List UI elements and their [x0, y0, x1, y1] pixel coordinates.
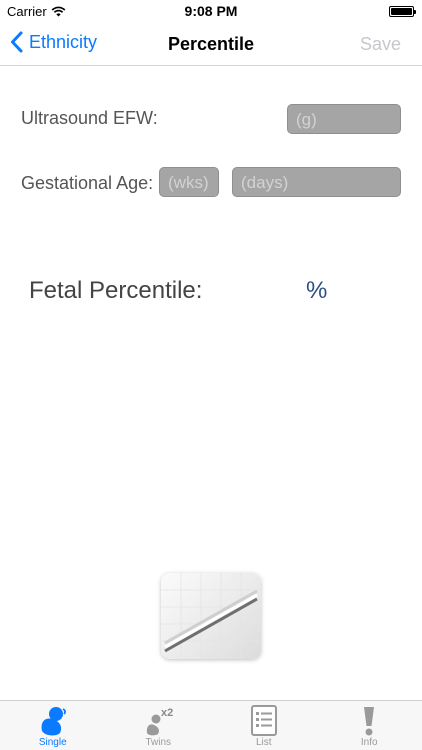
- tab-single[interactable]: Single: [0, 701, 106, 750]
- tab-twins[interactable]: x2 Twins: [106, 701, 212, 750]
- efw-input[interactable]: (g): [287, 104, 401, 134]
- days-input[interactable]: (days): [232, 167, 401, 197]
- growth-curve-icon: [161, 573, 261, 659]
- weeks-input[interactable]: (wks): [159, 167, 219, 197]
- weeks-placeholder: (wks): [168, 173, 209, 192]
- fetal-percentile-label: Fetal Percentile:: [29, 277, 203, 304]
- efw-placeholder: (g): [296, 110, 317, 129]
- status-time: 9:08 PM: [184, 3, 238, 19]
- save-button[interactable]: Save: [360, 34, 401, 55]
- exclamation-icon: [364, 707, 375, 736]
- percent-sign: %: [306, 277, 328, 304]
- fetus-icon: [41, 707, 66, 736]
- tab-list-label: List: [255, 737, 272, 748]
- list-icon: [250, 705, 277, 736]
- status-bar: Carrier 9:08 PM: [0, 0, 422, 22]
- app-logo: [161, 573, 261, 659]
- tab-info[interactable]: Info: [317, 701, 422, 750]
- tab-single-label: Single: [38, 737, 67, 748]
- tab-bar: Single x2 Twins List Info: [0, 700, 422, 750]
- twins-icon: x2: [147, 707, 174, 736]
- twins-badge: x2: [161, 707, 173, 719]
- tab-list[interactable]: List: [211, 701, 317, 750]
- tab-info-label: Info: [360, 737, 378, 748]
- tab-twins-label: Twins: [145, 737, 172, 748]
- gestational-age-label: Gestational Age:: [21, 173, 154, 193]
- days-placeholder: (days): [241, 173, 289, 192]
- page-title: Percentile: [167, 34, 255, 54]
- navigation-bar: Ethnicity Percentile Save: [0, 22, 422, 66]
- battery-icon: [389, 6, 416, 17]
- efw-label: Ultrasound EFW:: [21, 108, 158, 128]
